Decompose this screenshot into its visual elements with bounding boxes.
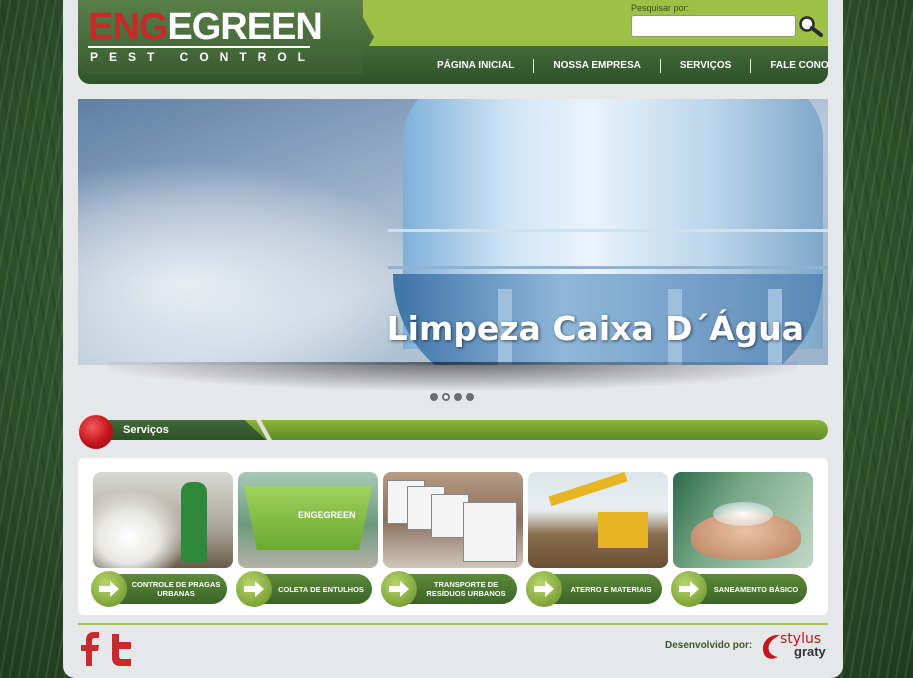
developed-by-label: Desenvolvido por: <box>665 640 753 651</box>
slider-dots <box>430 393 474 401</box>
service-button[interactable]: ATERRO E MATERIAIS <box>526 571 662 607</box>
developer-logo-text-2: graty <box>794 644 826 659</box>
service-label: SANEAMENTO BÁSICO <box>713 584 799 594</box>
service-label: CONTROLE DE PRAGAS URBANAS <box>131 580 221 598</box>
truck <box>463 502 517 562</box>
arrow-right-icon <box>526 571 562 607</box>
service-card-sanitation[interactable]: SANEAMENTO BÁSICO <box>671 472 813 608</box>
excavator-body <box>598 512 648 548</box>
trucks-image <box>383 472 523 568</box>
arrow-right-icon <box>91 571 127 607</box>
hero-banner[interactable]: Limpeza Caixa D´Água <box>78 99 828 365</box>
debris-container-image: ENGEGREEN <box>238 472 378 568</box>
service-button[interactable]: COLETA DE ENTULHOS <box>236 571 372 607</box>
twitter-icon[interactable] <box>108 632 134 666</box>
site-header: ENGEGREEN PEST CONTROL Pesquisar por: PÁ… <box>78 0 828 84</box>
service-card-waste-transport[interactable]: TRANSPORTE DE RESÍDUOS URBANOS <box>381 472 523 608</box>
nav-services[interactable]: SERVIÇOS <box>661 58 751 74</box>
search-icon <box>799 16 823 37</box>
service-label: ATERRO E MATERIAIS <box>570 584 652 594</box>
water-splash <box>713 502 773 526</box>
worker-figure <box>181 482 207 562</box>
logo-tagline: PEST CONTROL <box>90 50 317 64</box>
logo-divider <box>88 46 310 48</box>
arrow-right-icon <box>381 571 417 607</box>
nav-contact[interactable]: FALE CONOSCO <box>751 58 828 74</box>
arrow-right-icon <box>236 571 272 607</box>
slider-dot-1[interactable] <box>430 393 438 401</box>
developer-logo[interactable]: stylus graty <box>758 630 830 662</box>
service-button[interactable]: TRANSPORTE DE RESÍDUOS URBANOS <box>381 571 517 607</box>
excavator-image <box>528 472 668 568</box>
services-bullet-icon <box>79 415 113 449</box>
service-card-landfill[interactable]: ATERRO E MATERIAIS <box>526 472 668 608</box>
search-input[interactable] <box>631 15 796 37</box>
search-button[interactable] <box>797 14 825 38</box>
water-hands-image <box>673 472 813 568</box>
services-title: Serviços <box>123 424 169 436</box>
container-brand-text: ENGEGREEN <box>298 510 356 520</box>
footer-divider <box>78 623 828 625</box>
service-label: COLETA DE ENTULHOS <box>278 584 364 594</box>
fumigation-smoke <box>93 492 183 568</box>
logo-wordmark: ENGEGREEN <box>88 6 323 48</box>
services-header-tab <box>88 420 266 440</box>
logo[interactable]: ENGEGREEN PEST CONTROL <box>78 0 363 74</box>
page-container: ENGEGREEN PEST CONTROL Pesquisar por: PÁ… <box>63 0 843 678</box>
slider-dot-4[interactable] <box>466 393 474 401</box>
excavator-arm <box>548 472 628 507</box>
banner-clouds <box>78 159 438 365</box>
water-tank-railing <box>388 229 828 269</box>
slider-dot-3[interactable] <box>454 393 462 401</box>
nav-company[interactable]: NOSSA EMPRESA <box>534 58 659 74</box>
logo-green-text: EGREEN <box>167 6 322 48</box>
banner-caption: Limpeza Caixa D´Água <box>386 309 804 348</box>
service-button[interactable]: CONTROLE DE PRAGAS URBANAS <box>91 571 227 607</box>
service-button[interactable]: SANEAMENTO BÁSICO <box>671 571 807 607</box>
service-card-debris[interactable]: ENGEGREEN COLETA DE ENTULHOS <box>236 472 378 608</box>
nav-home[interactable]: PÁGINA INICIAL <box>418 58 533 74</box>
services-panel: CONTROLE DE PRAGAS URBANAS ENGEGREEN COL… <box>78 458 828 615</box>
main-nav: PÁGINA INICIAL NOSSA EMPRESA SERVIÇOS FA… <box>418 58 828 74</box>
arrow-right-icon <box>671 571 707 607</box>
banner-shadow <box>108 362 798 390</box>
service-label: TRANSPORTE DE RESÍDUOS URBANOS <box>426 580 506 598</box>
pest-control-image <box>93 472 233 568</box>
service-card-pest-control[interactable]: CONTROLE DE PRAGAS URBANAS <box>91 472 233 608</box>
search-label: Pesquisar por: <box>631 3 690 13</box>
logo-eng-text: ENG <box>88 6 168 48</box>
slider-dot-2[interactable] <box>442 393 450 401</box>
social-links <box>78 632 134 666</box>
facebook-icon[interactable] <box>78 632 104 666</box>
